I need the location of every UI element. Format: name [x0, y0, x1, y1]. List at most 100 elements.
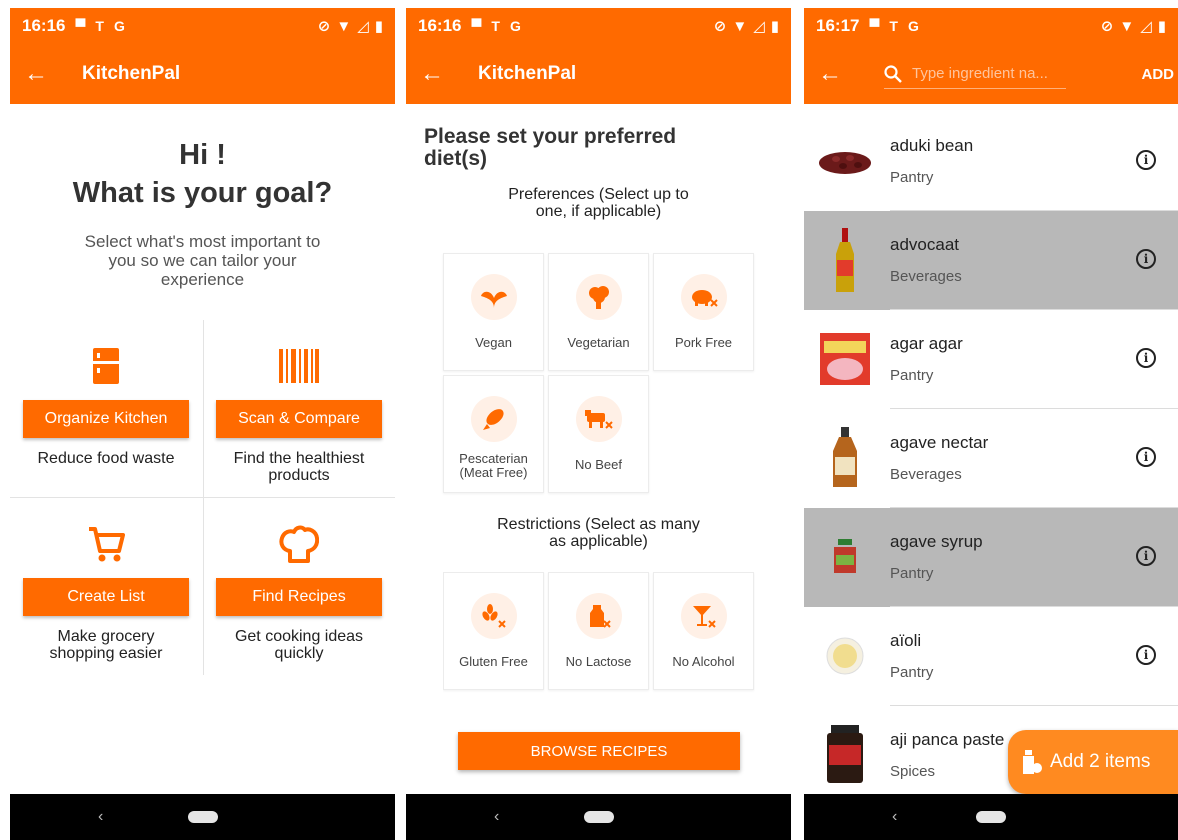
browse-recipes-button[interactable]: BROWSE RECIPES [458, 732, 740, 770]
g-icon: G [907, 18, 919, 34]
wifi-icon: ▼ [732, 17, 748, 35]
syrup-bottle-icon [833, 427, 857, 487]
organize-kitchen-button[interactable]: Organize Kitchen [23, 400, 189, 438]
ingredient-row[interactable]: aïoli Pantry i [804, 607, 1178, 706]
wheat-crossed-icon [481, 604, 506, 628]
app-title: KitchenPal [82, 63, 181, 84]
restrictions-grid: Gluten Free No Lactose No Alcohol [443, 572, 755, 710]
bowl-icon [826, 637, 864, 675]
info-icon[interactable]: i [1136, 546, 1156, 566]
status-bar: 16:16 ▀ T G ⊘ ▼ ◿ ▮ [406, 8, 791, 44]
chef-hat-icon [279, 525, 319, 563]
diet-label: Vegan [475, 335, 512, 350]
ingredient-category: Pantry [890, 169, 934, 186]
wifi-icon: ▼ [336, 17, 352, 35]
app-bar: ← ADD [804, 44, 1178, 104]
broccoli-icon [588, 286, 609, 309]
add-items-button[interactable]: Add 2 items [1008, 730, 1178, 794]
ingredient-name: agar agar [890, 334, 963, 353]
ingredient-name: aïoli [890, 631, 922, 650]
pantry-add-icon [1023, 750, 1042, 774]
diet-tile-no-lactose[interactable]: No Lactose [548, 572, 649, 690]
ingredient-name: aduki bean [890, 136, 974, 155]
diet-label: Pork Free [674, 335, 733, 350]
g-icon: G [113, 18, 125, 34]
t-icon: T [95, 18, 104, 34]
back-arrow-icon[interactable]: ← [818, 60, 858, 88]
fish-icon [482, 409, 504, 430]
jar-icon [834, 539, 856, 573]
diet-tile-no-beef[interactable]: No Beef [548, 375, 649, 493]
ingredient-row[interactable]: aduki bean Pantry i [804, 112, 1178, 211]
milk-crossed-icon [589, 605, 611, 628]
status-bar: 16:17 ▀ T G ⊘ ▼ ◿ ▮ [804, 8, 1178, 44]
battery-icon: ▮ [770, 18, 779, 35]
goal-scan-compare: Scan & Compare Find the healthiest produ… [203, 320, 395, 496]
cart-icon [89, 527, 125, 562]
leaf-icon [480, 291, 507, 308]
image-icon: ▀ [75, 18, 86, 34]
system-nav-bar: ‹ [406, 794, 791, 840]
goal-question: What is your goal? [72, 177, 333, 209]
cocktail-crossed-icon [692, 606, 716, 628]
diet-heading: Please set your preferred diet(s) [424, 125, 677, 170]
status-time: 16:16 [22, 16, 66, 35]
system-nav-bar: ‹ [804, 794, 1178, 840]
goal-desc: Make grocery shopping easier [49, 628, 163, 662]
goal-desc: Get cooking ideas quickly [234, 628, 364, 662]
diet-tile-vegetarian[interactable]: Vegetarian [548, 253, 649, 371]
search-bar: ADD [884, 59, 1174, 89]
ingredient-category: Pantry [890, 664, 934, 681]
diet-tile-pork-free[interactable]: Pork Free [653, 253, 754, 371]
nav-home-pill[interactable] [976, 811, 1006, 823]
ingredient-name: advocaat [890, 235, 959, 254]
signal-icon: ◿ [357, 18, 369, 35]
info-icon[interactable]: i [1136, 150, 1156, 170]
info-icon[interactable]: i [1136, 447, 1156, 467]
restrictions-label: Restrictions (Select as many as applicab… [497, 516, 700, 550]
ingredient-search-screen: 16:17 ▀ T G ⊘ ▼ ◿ ▮ ← ADD aduki bean Pan… [804, 8, 1178, 840]
ingredient-row[interactable]: advocaat Beverages i [804, 211, 1178, 310]
diet-label: Gluten Free [459, 654, 528, 669]
beans-icon [819, 152, 871, 174]
app-bar: ← KitchenPal [406, 44, 791, 104]
diet-tile-gluten-free[interactable]: Gluten Free [443, 572, 544, 690]
ingredient-category: Beverages [890, 268, 962, 285]
ingredient-row[interactable]: agave syrup Pantry i [804, 508, 1178, 607]
nav-home-pill[interactable] [583, 811, 614, 823]
image-icon: ▀ [869, 18, 880, 34]
nav-back-icon[interactable]: ‹ [494, 808, 499, 826]
add-button[interactable]: ADD [1142, 66, 1175, 83]
ingredient-row[interactable]: agar agar Pantry i [804, 310, 1178, 409]
diet-label: Vegetarian [567, 335, 630, 350]
info-icon[interactable]: i [1136, 645, 1156, 665]
scan-compare-button[interactable]: Scan & Compare [216, 400, 382, 438]
nav-back-icon[interactable]: ‹ [98, 808, 103, 826]
box-icon [820, 333, 870, 385]
preferences-label: Preferences (Select up to one, if applic… [508, 186, 689, 220]
nav-home-pill[interactable] [187, 811, 218, 823]
back-arrow-icon[interactable]: ← [24, 60, 64, 88]
nav-back-icon[interactable]: ‹ [892, 808, 897, 826]
diet-label: No Lactose [565, 654, 632, 669]
back-arrow-icon[interactable]: ← [420, 60, 460, 88]
t-icon: T [491, 18, 500, 34]
ingredient-row[interactable]: agave nectar Beverages i [804, 409, 1178, 508]
info-icon[interactable]: i [1136, 348, 1156, 368]
diet-tile-no-alcohol[interactable]: No Alcohol [653, 572, 754, 690]
ingredient-category: Beverages [890, 466, 962, 483]
search-input[interactable] [912, 65, 1062, 82]
diet-tile-pescaterian[interactable]: Pescaterian (Meat Free) [443, 375, 544, 493]
diet-tile-vegan[interactable]: Vegan [443, 253, 544, 371]
greeting: Hi ! [179, 139, 226, 171]
info-icon[interactable]: i [1136, 249, 1156, 269]
cow-crossed-icon [584, 410, 613, 429]
g-icon: G [509, 18, 521, 34]
battery-icon: ▮ [374, 18, 383, 35]
search-icon [884, 64, 902, 83]
diet-label: No Beef [575, 457, 622, 472]
find-recipes-button[interactable]: Find Recipes [216, 578, 382, 616]
diet-screen: 16:16 ▀ T G ⊘ ▼ ◿ ▮ ← KitchenPal Please … [406, 8, 791, 840]
barcode-icon [279, 349, 319, 383]
create-list-button[interactable]: Create List [23, 578, 189, 616]
